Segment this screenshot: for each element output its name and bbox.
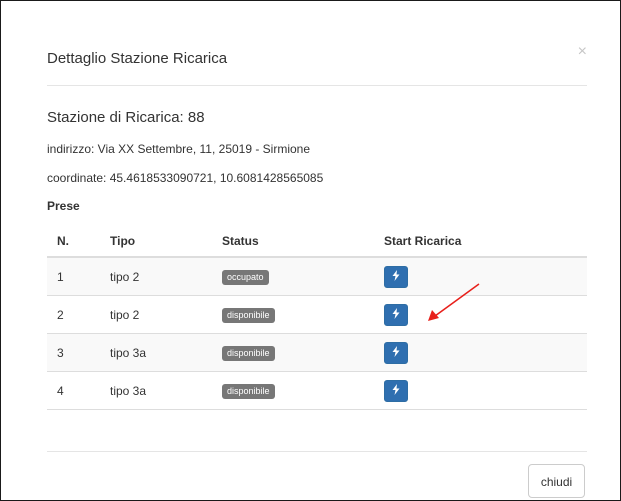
- table-row: 2 tipo 2 disponibile: [47, 295, 587, 334]
- cell-n: 1: [47, 256, 100, 296]
- annotation-arrow: [428, 283, 480, 321]
- prese-table: N. Tipo Status Start Ricarica 1 tipo 2 o…: [47, 226, 587, 410]
- status-badge: disponibile: [222, 383, 275, 399]
- prese-heading: Prese: [47, 199, 80, 213]
- table-header-row: N. Tipo Status Start Ricarica: [47, 226, 587, 258]
- chiudi-button[interactable]: chiudi: [528, 464, 585, 498]
- table-row: 4 tipo 3a disponibile: [47, 371, 587, 410]
- start-ricarica-button[interactable]: [384, 303, 408, 326]
- station-address: indirizzo: Via XX Settembre, 11, 25019 -…: [47, 142, 311, 156]
- start-ricarica-button[interactable]: [384, 265, 408, 288]
- status-badge: disponibile: [222, 307, 275, 323]
- lightning-bolt-icon: [392, 384, 400, 396]
- modal-title: Dettaglio Stazione Ricarica: [47, 50, 228, 67]
- cell-n: 2: [47, 295, 100, 334]
- cell-n: 3: [47, 333, 100, 372]
- start-ricarica-button[interactable]: [384, 341, 408, 364]
- station-name: Stazione di Ricarica: 88: [47, 109, 205, 126]
- header-tipo: Tipo: [100, 226, 212, 258]
- modal-dialog: Dettaglio Stazione Ricarica × Stazione d…: [0, 0, 621, 501]
- status-badge: disponibile: [222, 345, 275, 361]
- lightning-bolt-icon: [392, 270, 400, 282]
- modal-footer: [47, 451, 587, 452]
- status-badge: occupato: [222, 269, 269, 285]
- table-row: 1 tipo 2 occupato: [47, 256, 587, 296]
- cell-n: 4: [47, 371, 100, 410]
- lightning-bolt-icon: [392, 346, 400, 358]
- cell-tipo: tipo 3a: [100, 333, 212, 372]
- start-ricarica-button[interactable]: [384, 379, 408, 402]
- cell-tipo: tipo 3a: [100, 371, 212, 410]
- header-status: Status: [212, 226, 374, 258]
- modal-header: Dettaglio Stazione Ricarica ×: [47, 40, 587, 86]
- header-n: N.: [47, 226, 100, 258]
- table-row: 3 tipo 3a disponibile: [47, 333, 587, 372]
- station-coordinates: coordinate: 45.4618533090721, 10.6081428…: [47, 171, 324, 185]
- header-start-ricarica: Start Ricarica: [374, 226, 587, 258]
- close-icon[interactable]: ×: [578, 44, 587, 60]
- cell-tipo: tipo 2: [100, 256, 212, 296]
- lightning-bolt-icon: [392, 308, 400, 320]
- cell-tipo: tipo 2: [100, 295, 212, 334]
